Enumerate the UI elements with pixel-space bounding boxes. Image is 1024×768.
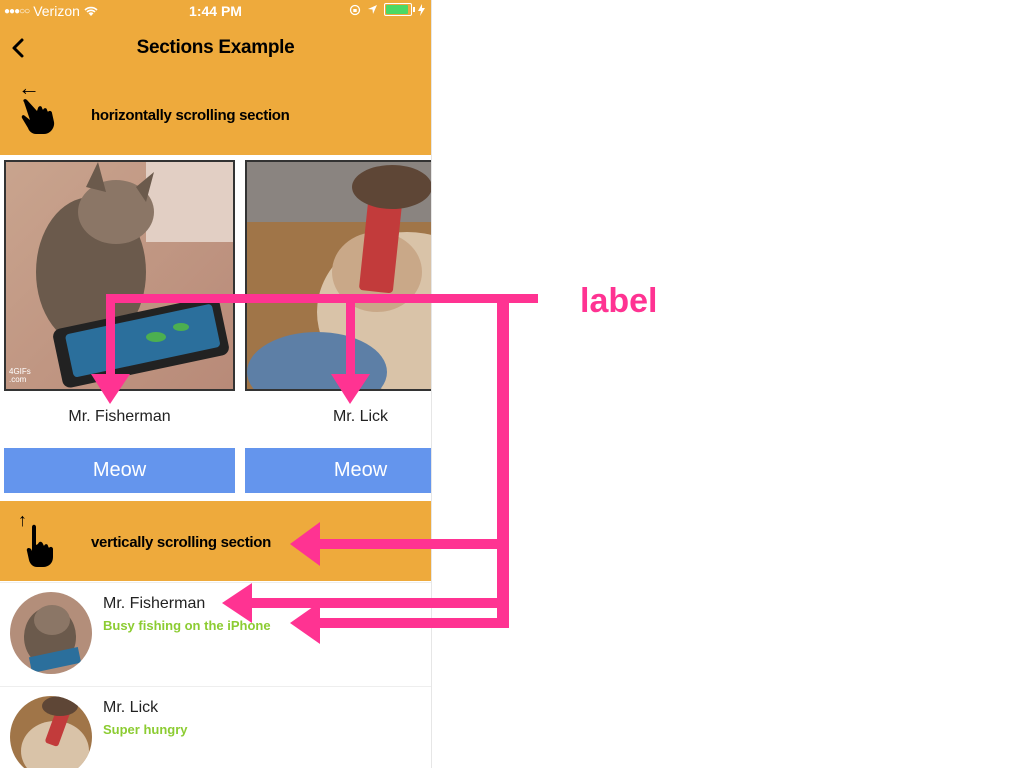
list-item[interactable]: Mr. Lick Super hungry <box>0 686 431 768</box>
section-title-horizontal: horizontally scrolling section <box>91 107 290 124</box>
section-title-vertical: vertically scrolling section <box>91 534 272 551</box>
row-name-label: Mr. Fisherman <box>103 595 206 612</box>
row-subtitle-label: Busy fishing on the iPhone <box>103 618 271 633</box>
cat-card: Mr. Lick Meow <box>245 160 431 493</box>
gif-watermark: 4GIFs .com <box>9 367 31 384</box>
hand-swipe-icon: ← <box>18 75 64 141</box>
avatar <box>10 696 92 768</box>
meow-button[interactable]: Meow <box>245 448 431 493</box>
left-arrow: ← <box>18 75 40 100</box>
card-name-label: Mr. Lick <box>332 408 389 425</box>
cat-photo-fisherman: 4GIFs .com <box>4 160 235 391</box>
phone-screen: ●●●○○ Verizon 1:44 PM Sections Example ←… <box>0 0 432 768</box>
status-bar: ●●●○○ Verizon 1:44 PM <box>0 0 431 24</box>
location-icon <box>368 5 377 14</box>
meow-button[interactable]: Meow <box>4 448 235 493</box>
hand-swipe-icon: ↑ <box>18 511 64 574</box>
charging-icon <box>418 3 425 16</box>
annotation-label: label <box>580 282 658 320</box>
list-item[interactable]: Mr. Fisherman Busy fishing on the iPhone <box>0 582 431 686</box>
navigation-bar: Sections Example <box>0 24 431 72</box>
row-name-label: Mr. Lick <box>103 699 159 716</box>
cat-photo-lick <box>245 160 431 391</box>
card-name-label: Mr. Fisherman <box>68 408 171 425</box>
section-header-vertical: ↑ vertically scrolling section <box>0 501 431 581</box>
cat-card: 4GIFs .com Mr. Fisherman Meow <box>4 160 235 493</box>
section-header-horizontal: ← horizontally scrolling section <box>0 72 431 155</box>
avatar <box>10 592 92 674</box>
page-title: Sections Example <box>136 37 295 58</box>
rotation-lock-icon <box>349 4 361 15</box>
row-subtitle-label: Super hungry <box>103 722 188 737</box>
battery-icon <box>384 3 415 16</box>
